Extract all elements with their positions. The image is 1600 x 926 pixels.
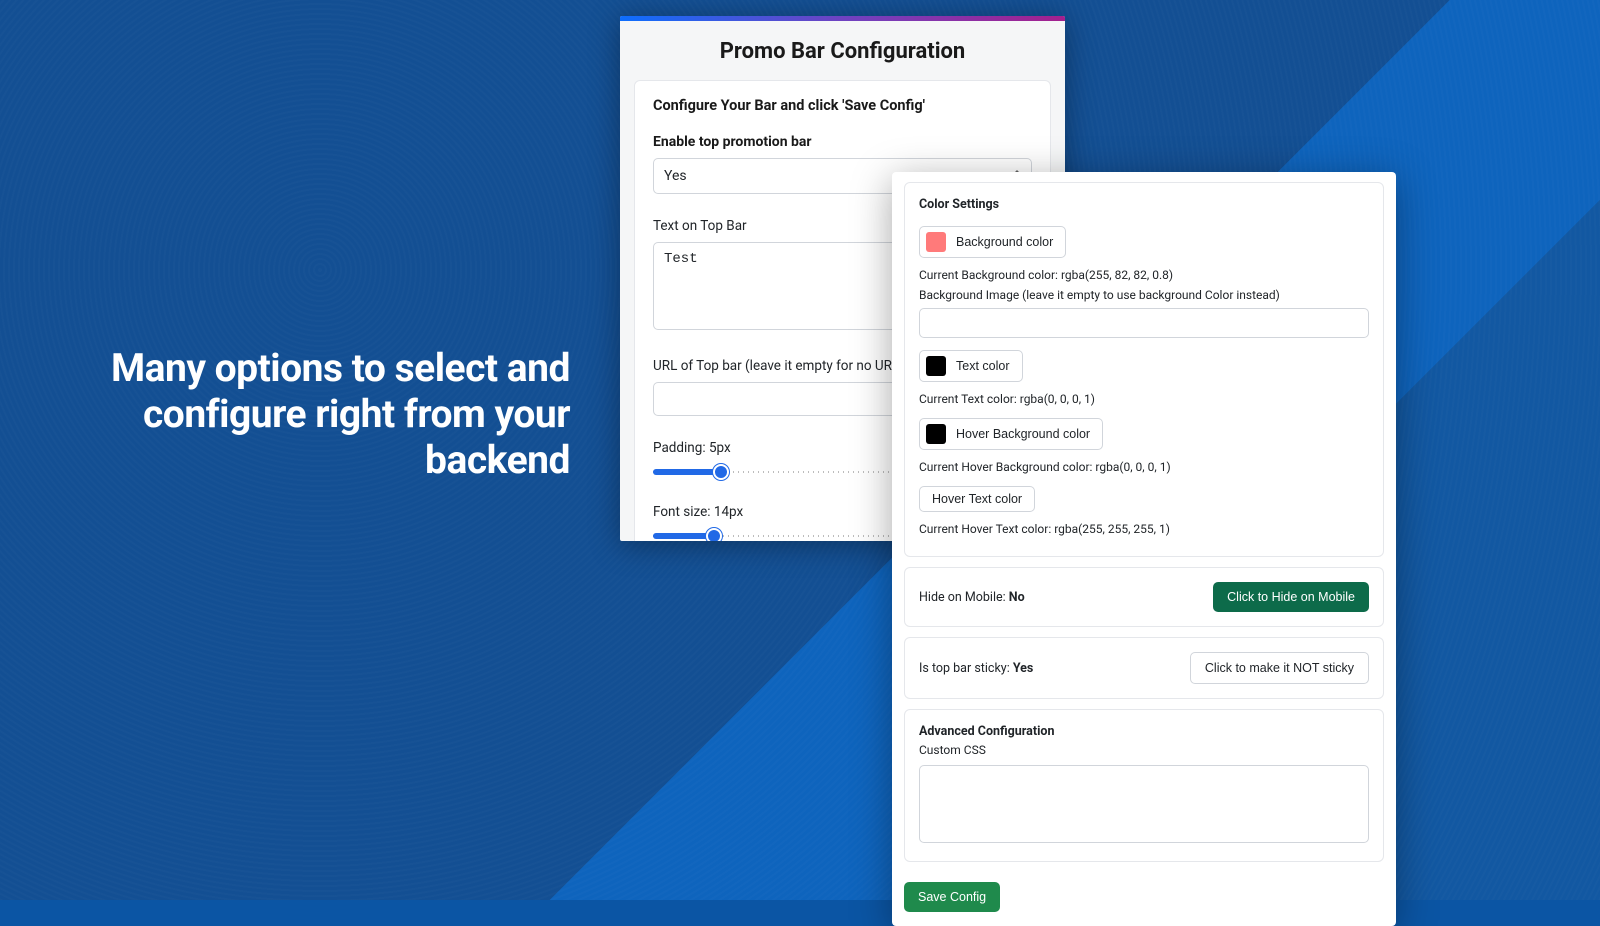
hide-mobile-card: Hide on Mobile: No Click to Hide on Mobi…: [904, 567, 1384, 627]
enable-label: Enable top promotion bar: [653, 134, 1032, 150]
save-button[interactable]: Save Config: [904, 882, 1000, 912]
hover-bg-color-button[interactable]: Hover Background color: [919, 418, 1103, 450]
config-instructions: Configure Your Bar and click 'Save Confi…: [653, 97, 1032, 114]
sticky-label: Is top bar sticky: Yes: [919, 661, 1033, 676]
text-color-current: Current Text color: rgba(0, 0, 0, 1): [919, 392, 1369, 406]
hover-bg-color-current: Current Hover Background color: rgba(0, …: [919, 460, 1369, 474]
background-image-input[interactable]: [919, 308, 1369, 338]
swatch-icon: [926, 356, 946, 376]
swatch-icon: [926, 232, 946, 252]
enable-select-value: Yes: [664, 168, 687, 184]
color-settings-card: Color Settings Background color Current …: [904, 182, 1384, 557]
advanced-card: Advanced Configuration Custom CSS: [904, 709, 1384, 862]
background-image-label: Background Image (leave it empty to use …: [919, 288, 1369, 302]
hover-text-color-button-label: Hover Text color: [932, 492, 1022, 506]
background-color-current: Current Background color: rgba(255, 82, …: [919, 268, 1369, 282]
hover-bg-color-button-label: Hover Background color: [956, 427, 1090, 441]
custom-css-label: Custom CSS: [919, 743, 1369, 757]
color-settings-title: Color Settings: [919, 197, 1369, 212]
background-color-button[interactable]: Background color: [919, 226, 1066, 258]
hero-headline: Many options to select and configure rig…: [100, 345, 570, 483]
advanced-title: Advanced Configuration: [919, 724, 1369, 739]
hide-mobile-button[interactable]: Click to Hide on Mobile: [1213, 582, 1369, 612]
text-color-button[interactable]: Text color: [919, 350, 1023, 382]
custom-css-input[interactable]: [919, 765, 1369, 843]
color-settings-panel: Color Settings Background color Current …: [892, 172, 1396, 926]
sticky-toggle-button[interactable]: Click to make it NOT sticky: [1190, 652, 1369, 684]
hover-text-color-current: Current Hover Text color: rgba(255, 255,…: [919, 522, 1369, 536]
swatch-icon: [926, 424, 946, 444]
save-row: Save Config: [892, 872, 1396, 926]
page-title: Promo Bar Configuration: [620, 21, 1065, 80]
hide-mobile-label: Hide on Mobile: No: [919, 590, 1025, 605]
background-color-button-label: Background color: [956, 235, 1053, 249]
text-color-button-label: Text color: [956, 359, 1010, 373]
hover-text-color-button[interactable]: Hover Text color: [919, 486, 1035, 512]
sticky-card: Is top bar sticky: Yes Click to make it …: [904, 637, 1384, 699]
